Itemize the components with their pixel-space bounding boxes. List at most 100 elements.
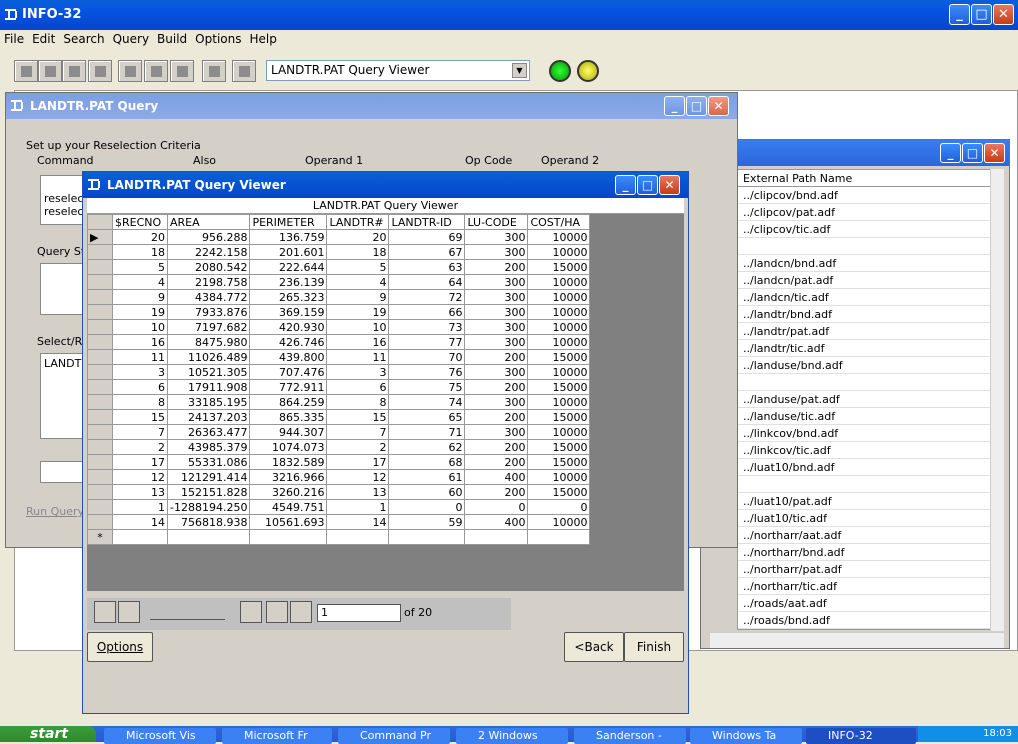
- grid-cell[interactable]: 300: [464, 304, 529, 320]
- row-selector[interactable]: [87, 289, 113, 305]
- path-row[interactable]: ../luat10/pat.adf: [738, 493, 990, 510]
- grid-cell[interactable]: 15000: [527, 454, 591, 470]
- grid-cell[interactable]: 15: [112, 409, 168, 425]
- grid-column-header[interactable]: LU-CODE: [464, 214, 529, 230]
- grid-cell[interactable]: 2198.758: [166, 274, 251, 290]
- grid-cell[interactable]: 66: [388, 304, 466, 320]
- grid-cell[interactable]: 10521.305: [166, 364, 251, 380]
- new-record-icon[interactable]: [290, 601, 312, 623]
- path-maximize-button[interactable]: □: [962, 143, 983, 163]
- path-row[interactable]: ../landuse/tic.adf: [738, 408, 990, 425]
- table-row[interactable]: 19 7933.876 369.159 19 66 300 10000: [87, 304, 591, 320]
- grid-cell[interactable]: 15: [326, 409, 390, 425]
- grid-cell[interactable]: 236.139: [249, 274, 328, 290]
- new-row[interactable]: *: [87, 529, 591, 545]
- grid-column-header[interactable]: LANDTR#: [326, 214, 390, 230]
- path-row[interactable]: [738, 374, 990, 391]
- grid-cell[interactable]: 2: [112, 439, 168, 455]
- grid-cell[interactable]: 4384.772: [166, 289, 251, 305]
- grid-cell[interactable]: 200: [464, 259, 529, 275]
- grid-cell[interactable]: 300: [464, 394, 529, 410]
- grid-cell[interactable]: 2080.542: [166, 259, 251, 275]
- grid-cell[interactable]: [166, 529, 251, 545]
- grid-cell[interactable]: 74: [388, 394, 466, 410]
- grid-cell[interactable]: 300: [464, 289, 529, 305]
- row-selector[interactable]: [87, 259, 113, 275]
- grid-cell[interactable]: 300: [464, 424, 529, 440]
- query-input[interactable]: [40, 461, 84, 483]
- row-selector[interactable]: [87, 334, 113, 350]
- grid-cell[interactable]: 13: [112, 484, 168, 500]
- path-row[interactable]: XX../northarr/tic.adf: [738, 578, 990, 595]
- command-item[interactable]: reselect: [41, 192, 88, 205]
- query-minimize-button[interactable]: _: [664, 96, 685, 116]
- grid-cell[interactable]: 4: [112, 274, 168, 290]
- grid-cell[interactable]: 3: [112, 364, 168, 380]
- row-selector[interactable]: [87, 499, 113, 515]
- viewer-maximize-button[interactable]: □: [637, 175, 658, 195]
- record-slider[interactable]: [150, 604, 225, 620]
- row-selector[interactable]: [87, 514, 113, 530]
- first-record-icon[interactable]: [94, 601, 116, 623]
- table-row[interactable]: 10 7197.682 420.930 10 73 300 10000: [87, 319, 591, 335]
- grid-cell[interactable]: 59: [388, 514, 466, 530]
- grid-cell[interactable]: 265.323: [249, 289, 328, 305]
- grid-cell[interactable]: 71: [388, 424, 466, 440]
- grid-cell[interactable]: 1: [112, 499, 168, 515]
- grid-cell[interactable]: 65: [388, 409, 466, 425]
- grid-cell[interactable]: [326, 529, 390, 545]
- path-row[interactable]: ../landtr/pat.adf: [738, 323, 990, 340]
- path-row[interactable]: ../northarr/aat.adf: [738, 527, 990, 544]
- grid-cell[interactable]: 1832.589: [249, 454, 328, 470]
- query-close-button[interactable]: ✕: [708, 96, 729, 116]
- grid-cell[interactable]: 15000: [527, 259, 591, 275]
- prev-record-icon[interactable]: [118, 601, 140, 623]
- path-row[interactable]: ../luat10/bnd.adf: [738, 459, 990, 476]
- grid-cell[interactable]: 772.911: [249, 379, 328, 395]
- grid-corner[interactable]: [87, 214, 113, 230]
- menu-build[interactable]: Build: [153, 30, 191, 48]
- grid-cell[interactable]: 2242.158: [166, 244, 251, 260]
- path-minimize-button[interactable]: _: [940, 143, 961, 163]
- grid-cell[interactable]: 73: [388, 319, 466, 335]
- grid-cell[interactable]: 11: [326, 349, 390, 365]
- open-icon[interactable]: [14, 60, 38, 82]
- grid-cell[interactable]: 10000: [527, 394, 591, 410]
- grid-column-header[interactable]: PERIMETER: [249, 214, 328, 230]
- path-row[interactable]: ../clipcov/pat.adf: [738, 204, 990, 221]
- grid-cell[interactable]: 0: [388, 499, 466, 515]
- grid-cell[interactable]: 64: [388, 274, 466, 290]
- table-row[interactable]: 13 152151.828 3260.216 13 60 200 15000: [87, 484, 591, 500]
- row-selector[interactable]: [87, 439, 113, 455]
- grid-cell[interactable]: 7933.876: [166, 304, 251, 320]
- path-row[interactable]: XX../northarr/bnd.adf: [738, 544, 990, 561]
- view-combo[interactable]: LANDTR.PAT Query Viewer ▼: [266, 60, 530, 81]
- print-icon[interactable]: [88, 60, 112, 82]
- row-selector[interactable]: [87, 424, 113, 440]
- grid-cell[interactable]: 10000: [527, 229, 591, 245]
- record-number-input[interactable]: 1: [317, 604, 401, 622]
- menu-help[interactable]: Help: [245, 30, 280, 48]
- grid-cell[interactable]: 10000: [527, 274, 591, 290]
- binoculars-icon[interactable]: [232, 60, 256, 82]
- grid-cell[interactable]: 4549.751: [249, 499, 328, 515]
- grid-cell[interactable]: [464, 529, 529, 545]
- path-row[interactable]: XX../roads/aat.adf: [738, 595, 990, 612]
- grid-cell[interactable]: 12: [112, 469, 168, 485]
- path-row[interactable]: ../landcn/bnd.adf: [738, 255, 990, 272]
- select-item[interactable]: LANDT: [41, 354, 83, 373]
- grid-cell[interactable]: 68: [388, 454, 466, 470]
- grid-cell[interactable]: 20: [326, 229, 390, 245]
- path-row[interactable]: ../landtr/bnd.adf: [738, 306, 990, 323]
- command-item[interactable]: reselect: [41, 205, 88, 218]
- grid-cell[interactable]: 8: [326, 394, 390, 410]
- grid-cell[interactable]: 20: [112, 229, 168, 245]
- path-row[interactable]: [738, 476, 990, 493]
- query-maximize-button[interactable]: □: [686, 96, 707, 116]
- undo-icon[interactable]: [202, 60, 226, 82]
- grid-cell[interactable]: 61: [388, 469, 466, 485]
- grid-cell[interactable]: 33185.195: [166, 394, 251, 410]
- chevron-down-icon[interactable]: ▼: [512, 63, 527, 78]
- grid-cell[interactable]: 11: [112, 349, 168, 365]
- grid-cell[interactable]: 369.159: [249, 304, 328, 320]
